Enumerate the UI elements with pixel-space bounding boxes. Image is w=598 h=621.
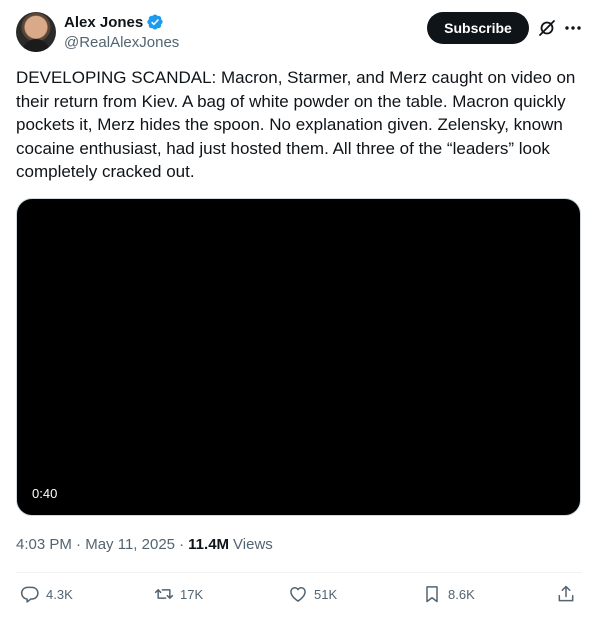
reply-count: 4.3K (46, 586, 73, 602)
verified-badge-icon[interactable] (146, 13, 164, 31)
reply-button[interactable]: 4.3K (20, 584, 73, 604)
share-icon (556, 584, 576, 604)
author-block: Alex Jones @RealAlexJones (64, 12, 179, 52)
grok-icon[interactable] (537, 18, 557, 38)
avatar[interactable] (16, 12, 56, 52)
bookmark-count: 8.6K (448, 586, 475, 602)
tweet-time[interactable]: 4:03 PM (16, 536, 72, 553)
like-button[interactable]: 51K (288, 584, 337, 604)
tweet-meta: 4:03 PM · May 11, 2025 · 11.4M Views (16, 536, 273, 553)
repost-button[interactable]: 17K (154, 584, 203, 604)
subscribe-button[interactable]: Subscribe (427, 12, 529, 44)
video-duration: 0:40 (28, 485, 62, 502)
author-display-name[interactable]: Alex Jones (64, 14, 143, 31)
more-icon[interactable] (563, 18, 583, 38)
heart-icon (288, 584, 308, 604)
reply-icon (20, 584, 40, 604)
bookmark-icon (422, 584, 442, 604)
repost-count: 17K (180, 586, 204, 602)
display-name-row: Alex Jones (64, 12, 179, 32)
meta-separator: · (179, 536, 185, 553)
tweet-date[interactable]: May 11, 2025 (85, 536, 175, 553)
repost-icon (154, 584, 174, 604)
author-handle[interactable]: @RealAlexJones (64, 34, 179, 51)
video-player[interactable] (16, 198, 581, 516)
views-label: Views (233, 536, 273, 553)
bookmark-button[interactable]: 8.6K (422, 584, 475, 604)
share-button[interactable] (556, 584, 576, 604)
action-bar: 4.3K 17K 51K 8.6K (16, 574, 582, 618)
meta-separator: · (76, 536, 82, 553)
divider (16, 572, 582, 573)
views-count: 11.4M (188, 536, 230, 553)
tweet-text: DEVELOPING SCANDAL: Macron, Starmer, and… (16, 68, 576, 181)
like-count: 51K (314, 586, 338, 602)
